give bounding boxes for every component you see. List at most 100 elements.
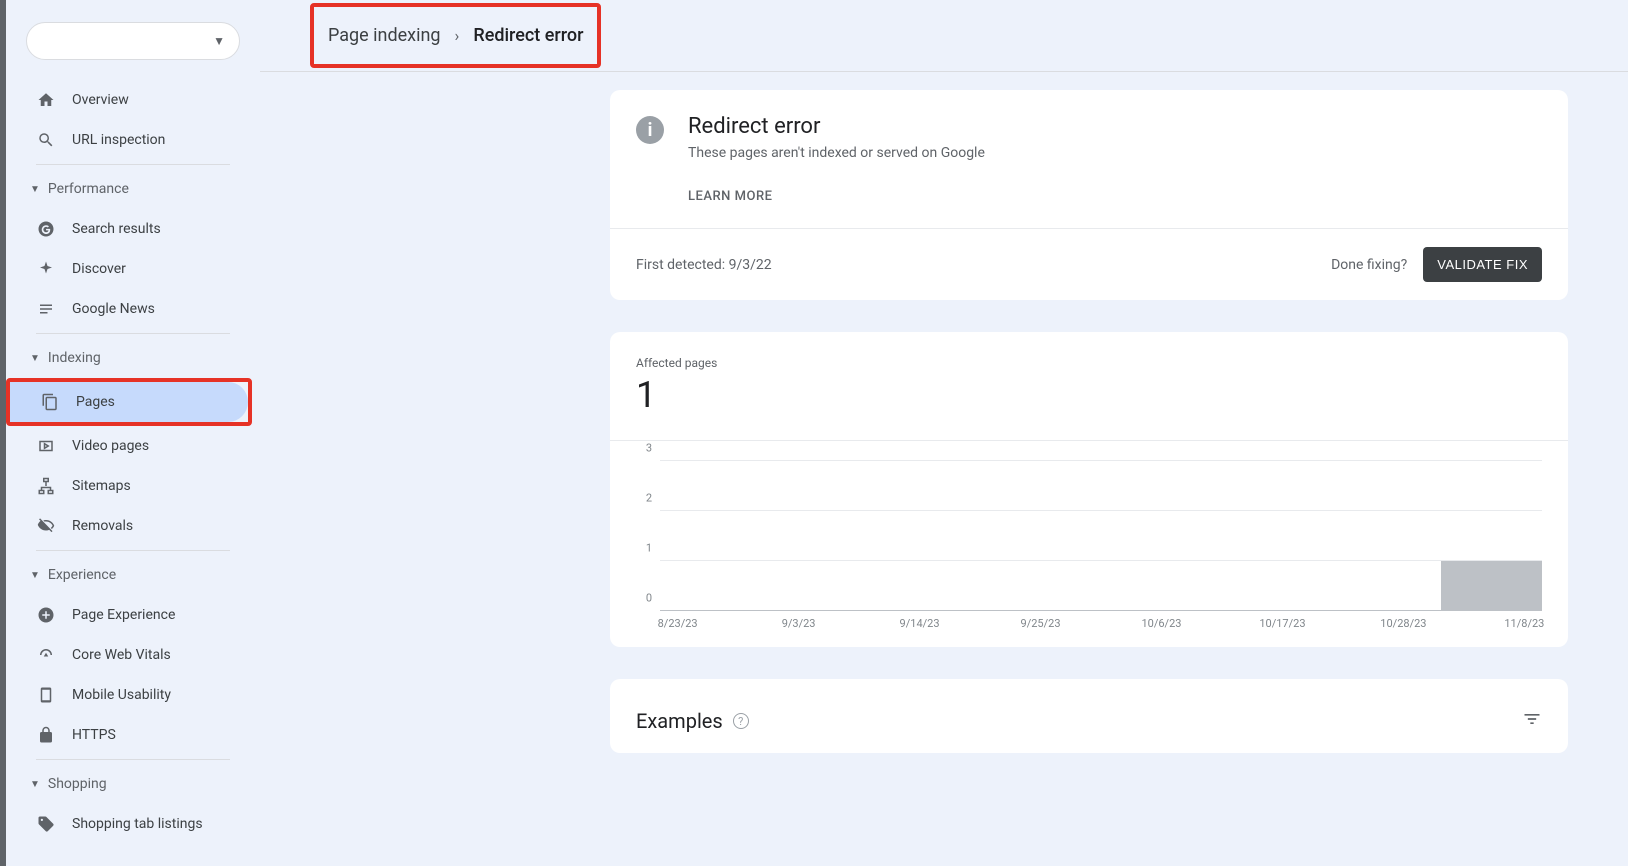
chevron-down-icon: ▼ — [30, 353, 40, 364]
x-tick: 10/17/23 — [1259, 617, 1305, 630]
sidebar-item-core-web-vitals[interactable]: Core Web Vitals — [6, 635, 252, 675]
video-icon — [36, 436, 56, 456]
y-tick: 0 — [646, 592, 652, 605]
news-icon — [36, 299, 56, 319]
sidebar-item-label: Video pages — [72, 438, 149, 454]
x-tick: 11/8/23 — [1504, 617, 1544, 630]
sidebar-item-label: Removals — [72, 518, 133, 534]
sidebar: ▼ Overview URL inspection ▼ Performance … — [6, 0, 260, 866]
pages-icon — [40, 392, 60, 412]
first-detected: First detected: 9/3/22 — [636, 257, 772, 273]
sidebar-item-https[interactable]: HTTPS — [6, 715, 252, 755]
breadcrumb-current: Redirect error — [473, 25, 583, 46]
breadcrumb-parent[interactable]: Page indexing — [328, 25, 441, 46]
chevron-right-icon: › — [455, 26, 460, 45]
validate-fix-button[interactable]: VALIDATE FIX — [1423, 247, 1542, 282]
sidebar-item-label: Shopping tab listings — [72, 816, 203, 832]
main: Page indexing › Redirect error i Redirec… — [260, 0, 1628, 866]
divider — [36, 759, 230, 760]
google-icon — [36, 219, 56, 239]
section-indexing[interactable]: ▼ Indexing — [6, 338, 260, 378]
chevron-down-icon: ▼ — [30, 570, 40, 581]
sidebar-item-label: Mobile Usability — [72, 687, 171, 703]
sidebar-item-label: Core Web Vitals — [72, 647, 171, 663]
highlight-pages: Pages — [6, 378, 252, 426]
examples-title: Examples — [636, 709, 723, 733]
sidebar-item-shopping-tab[interactable]: Shopping tab listings — [6, 804, 252, 844]
sidebar-item-label: Google News — [72, 301, 155, 317]
tag-icon — [36, 814, 56, 834]
sidebar-item-label: Pages — [76, 394, 115, 410]
examples-card: Examples ? — [610, 679, 1568, 753]
info-card: i Redirect error These pages aren't inde… — [610, 90, 1568, 300]
section-label: Shopping — [48, 776, 107, 792]
section-experience[interactable]: ▼ Experience — [6, 555, 260, 595]
bar-region — [1441, 561, 1542, 611]
breadcrumb-highlight: Page indexing › Redirect error — [310, 3, 601, 68]
sidebar-item-sitemaps[interactable]: Sitemaps — [6, 466, 252, 506]
sidebar-item-video-pages[interactable]: Video pages — [6, 426, 252, 466]
sidebar-item-label: Search results — [72, 221, 161, 237]
breadcrumb-bar: Page indexing › Redirect error — [260, 0, 1628, 72]
visibility-off-icon — [36, 516, 56, 536]
mobile-icon — [36, 685, 56, 705]
home-icon — [36, 90, 56, 110]
affected-label: Affected pages — [636, 356, 1542, 370]
sidebar-item-mobile-usability[interactable]: Mobile Usability — [6, 675, 252, 715]
detection-row: First detected: 9/3/22 Done fixing? VALI… — [610, 228, 1568, 300]
sidebar-item-pages[interactable]: Pages — [10, 382, 248, 422]
filter-icon[interactable] — [1522, 709, 1542, 733]
section-shopping[interactable]: ▼ Shopping — [6, 764, 260, 804]
sidebar-item-label: Sitemaps — [72, 478, 131, 494]
info-icon: i — [636, 116, 664, 144]
sidebar-item-label: HTTPS — [72, 727, 116, 743]
search-icon — [36, 130, 56, 150]
y-tick: 1 — [646, 542, 652, 555]
divider — [36, 333, 230, 334]
y-tick: 3 — [646, 442, 652, 455]
sitemap-icon — [36, 476, 56, 496]
done-fixing-label: Done fixing? — [1331, 257, 1407, 273]
sidebar-item-label: Overview — [72, 92, 129, 108]
sidebar-item-search-results[interactable]: Search results — [6, 209, 252, 249]
property-selector[interactable]: ▼ — [26, 22, 240, 60]
affected-count: 1 — [636, 374, 1542, 416]
section-performance[interactable]: ▼ Performance — [6, 169, 260, 209]
sidebar-item-page-experience[interactable]: Page Experience — [6, 595, 252, 635]
sidebar-item-label: Page Experience — [72, 607, 175, 623]
sidebar-item-google-news[interactable]: Google News — [6, 289, 252, 329]
learn-more-link[interactable]: LEARN MORE — [688, 189, 1542, 204]
y-tick: 2 — [646, 492, 652, 505]
speed-icon — [36, 645, 56, 665]
x-tick: 10/28/23 — [1380, 617, 1426, 630]
info-subtitle: These pages aren't indexed or served on … — [688, 145, 985, 161]
sidebar-item-label: URL inspection — [72, 132, 165, 148]
x-tick: 9/25/23 — [1021, 617, 1061, 630]
info-title: Redirect error — [688, 114, 985, 139]
sidebar-item-url-inspection[interactable]: URL inspection — [6, 120, 252, 160]
affected-card: Affected pages 1 0 1 2 3 8/23/23 9/3/23 9/14/2… — [610, 332, 1568, 647]
sparkle-icon — [36, 259, 56, 279]
chevron-down-icon: ▼ — [30, 184, 40, 195]
x-tick: 8/23/23 — [658, 617, 698, 630]
content: i Redirect error These pages aren't inde… — [260, 72, 1628, 866]
nav: Overview URL inspection ▼ Performance Se… — [6, 80, 260, 844]
x-tick: 9/14/23 — [900, 617, 940, 630]
sidebar-item-label: Discover — [72, 261, 126, 277]
plus-circle-icon — [36, 605, 56, 625]
section-label: Indexing — [48, 350, 101, 366]
section-label: Performance — [48, 181, 129, 197]
chart: 0 1 2 3 8/23/23 9/3/23 9/14/23 9/25/23 10/6/23 10… — [610, 440, 1568, 647]
section-label: Experience — [48, 567, 116, 583]
x-tick: 10/6/23 — [1141, 617, 1181, 630]
x-tick: 9/3/23 — [782, 617, 816, 630]
chevron-down-icon: ▼ — [213, 34, 225, 48]
help-icon[interactable]: ? — [733, 713, 749, 729]
lock-icon — [36, 725, 56, 745]
chevron-down-icon: ▼ — [30, 779, 40, 790]
divider — [36, 164, 230, 165]
sidebar-item-overview[interactable]: Overview — [6, 80, 252, 120]
sidebar-item-removals[interactable]: Removals — [6, 506, 252, 546]
sidebar-item-discover[interactable]: Discover — [6, 249, 252, 289]
divider — [36, 550, 230, 551]
